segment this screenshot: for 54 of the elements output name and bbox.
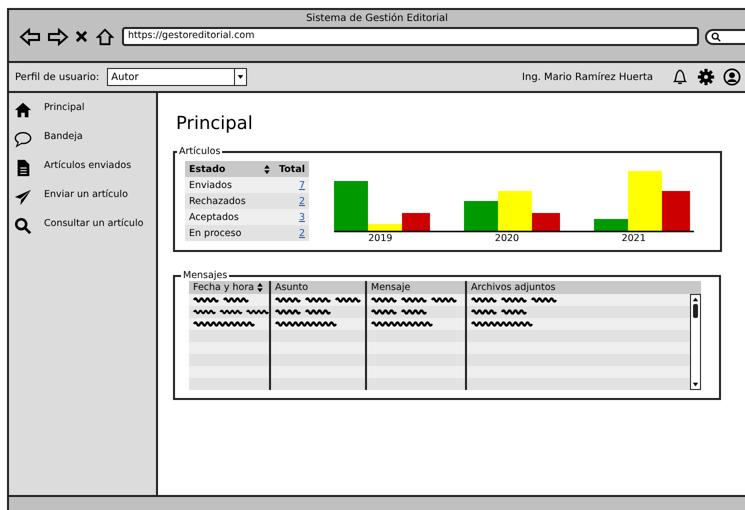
column-header[interactable]: Total — [275, 164, 309, 174]
count-link[interactable]: 3 — [298, 212, 305, 222]
scrollbar[interactable] — [690, 294, 701, 390]
window-title: Sistema de Gestión Editorial — [305, 13, 449, 24]
scribbled-text-drawing — [193, 296, 249, 304]
speech-bubble-icon[interactable] — [14, 130, 32, 148]
search-field[interactable] — [705, 28, 745, 44]
chart-bar — [464, 201, 498, 231]
search-icon — [711, 32, 721, 42]
user-name: Ing. Mario Ramírez Huerta — [522, 72, 653, 82]
bell-icon[interactable] — [671, 68, 689, 86]
table-cell-text: Rechazados — [188, 196, 247, 206]
panel-title: Mensajes — [182, 270, 228, 281]
user-avatar-icon[interactable] — [723, 68, 741, 86]
sidebar-item[interactable]: Artículos enviados — [44, 160, 132, 171]
paper-plane-icon[interactable] — [14, 188, 32, 206]
count-link[interactable]: 2 — [298, 196, 305, 206]
scroll-thumb[interactable] — [693, 304, 698, 318]
home-icon[interactable] — [94, 28, 116, 46]
profile-label: Perfil de usuario: — [15, 72, 100, 82]
axis-label: 2021 — [620, 233, 647, 244]
sort-icon — [256, 282, 264, 293]
url-field[interactable]: https://gestoreditorial.com — [122, 27, 699, 46]
scribbled-text-drawing — [371, 320, 433, 328]
panel-title: Artículos — [178, 146, 222, 157]
settings-icon[interactable] — [697, 68, 715, 86]
page-title: Principal — [176, 113, 254, 134]
axis-label: 2019 — [367, 233, 394, 244]
scribbled-text-drawing — [193, 320, 255, 328]
scribbled-text-drawing — [471, 308, 527, 316]
back-icon[interactable] — [19, 28, 41, 46]
scroll-down-icon[interactable] — [691, 380, 700, 389]
table-cell-text: Aceptados — [188, 212, 240, 222]
sidebar-item[interactable]: Enviar un artículo — [44, 189, 128, 200]
scribbled-text-drawing — [471, 320, 533, 328]
sidebar-item[interactable]: Consultar un artículo — [44, 218, 144, 229]
sidebar-item[interactable]: Principal — [44, 102, 84, 113]
table-cell-text: En proceso — [188, 228, 242, 238]
count-link[interactable]: 7 — [298, 180, 305, 190]
scribbled-text-drawing — [275, 308, 331, 316]
column-header[interactable]: Fecha y hora — [189, 281, 269, 294]
axis-label: 2020 — [494, 233, 520, 244]
forward-icon[interactable] — [47, 28, 69, 46]
close-icon[interactable] — [75, 30, 88, 43]
scribbled-text-drawing — [371, 308, 427, 316]
home-icon[interactable] — [14, 101, 32, 119]
profile-dropdown[interactable]: Autor — [107, 68, 248, 86]
scribbled-text-drawing — [275, 320, 337, 328]
sort-icon — [263, 164, 272, 174]
count-link[interactable]: 2 — [298, 228, 305, 238]
column-header[interactable]: Estado — [185, 164, 276, 174]
sidebar-item[interactable]: Bandeja — [44, 131, 83, 142]
search-icon[interactable] — [14, 217, 32, 235]
table-cell-text: Enviados — [188, 180, 233, 190]
